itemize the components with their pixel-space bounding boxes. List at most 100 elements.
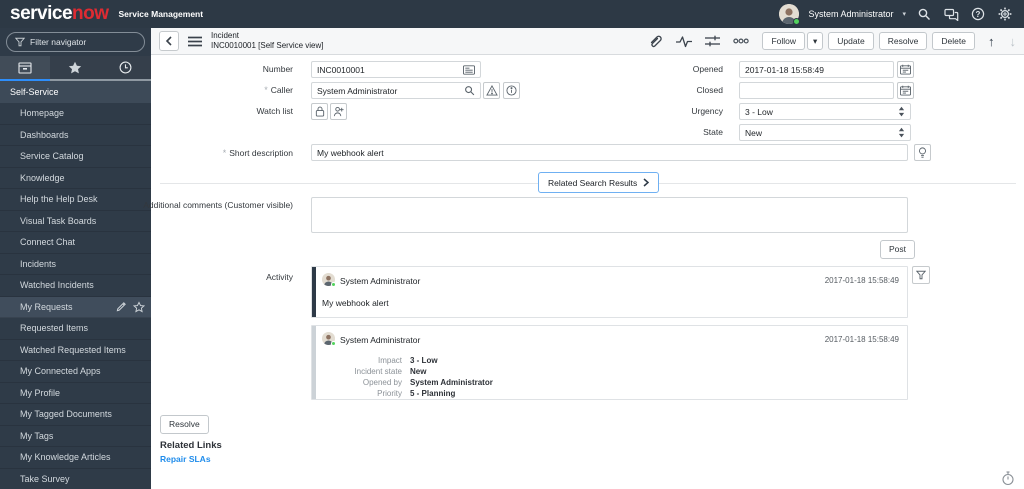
- activity-timestamp: 2017-01-18 15:58:49: [824, 276, 899, 285]
- sidebar-section-self-service[interactable]: Self-Service: [0, 81, 151, 103]
- reference-card-icon[interactable]: [463, 64, 475, 75]
- resolve-button[interactable]: Resolve: [878, 31, 928, 51]
- clock-icon: [119, 61, 132, 74]
- change-row: Opened by System Administrator: [362, 378, 493, 387]
- watch-list-add-button[interactable]: [330, 103, 347, 120]
- follow-button[interactable]: Follow: [762, 31, 805, 51]
- repair-slas-link[interactable]: Repair SLAs: [160, 454, 211, 464]
- sidebar-item-dashboards[interactable]: Dashboards: [0, 125, 151, 146]
- select-stepper-icon: [898, 127, 905, 138]
- number-input[interactable]: INC0010001: [311, 61, 481, 78]
- resolve-bottom-button[interactable]: Resolve: [160, 415, 209, 434]
- urgency-select[interactable]: 3 - Low: [739, 103, 911, 120]
- sidebar-item-my-tagged-documents[interactable]: My Tagged Documents: [0, 404, 151, 426]
- mandatory-indicator: *: [264, 85, 268, 95]
- tab-history[interactable]: [100, 56, 151, 81]
- additional-comments-textarea[interactable]: [311, 197, 908, 233]
- help-icon[interactable]: ?: [969, 5, 987, 23]
- reference-lookup-icon[interactable]: [464, 85, 475, 96]
- caller-warning-button[interactable]: [483, 82, 500, 99]
- edit-module-icon[interactable]: [116, 301, 127, 312]
- caller-input[interactable]: System Administrator: [311, 82, 481, 99]
- caller-info-button[interactable]: [503, 82, 520, 99]
- closed-calendar-button[interactable]: [897, 82, 914, 99]
- sidebar-item-my-tags[interactable]: My Tags: [0, 426, 151, 447]
- sidebar-item-my-profile[interactable]: My Profile: [0, 383, 151, 404]
- favorite-star-icon[interactable]: [133, 301, 145, 313]
- caller-label: * Caller: [264, 85, 293, 95]
- filter-navigator-row: [0, 28, 151, 56]
- attachment-icon[interactable]: [648, 34, 663, 49]
- delete-button[interactable]: Delete: [932, 31, 975, 51]
- next-record-icon[interactable]: ↓: [1010, 34, 1017, 49]
- stopwatch-icon: [1002, 471, 1014, 486]
- activity-stream-icon[interactable]: [676, 35, 693, 48]
- watch-list-lock-button[interactable]: [311, 103, 328, 120]
- presence-indicator: [331, 282, 336, 287]
- activity-entry-comment[interactable]: System Administrator 2017-01-18 15:58:49…: [311, 266, 908, 318]
- tab-favorites[interactable]: [50, 56, 101, 81]
- opened-calendar-button[interactable]: [897, 61, 914, 78]
- sidebar-item-visual-task-boards[interactable]: Visual Task Boards: [0, 211, 151, 232]
- chat-icon[interactable]: [942, 5, 960, 23]
- context-menu-icon[interactable]: [188, 36, 202, 47]
- calendar-icon: [900, 85, 911, 96]
- more-actions-icon[interactable]: [733, 38, 750, 44]
- suggestion-bulb-button[interactable]: [914, 144, 931, 161]
- closed-input[interactable]: [739, 82, 894, 99]
- funnel-icon: [916, 270, 926, 280]
- short-description-input[interactable]: My webhook alert: [311, 144, 908, 161]
- state-select[interactable]: New: [739, 124, 911, 141]
- search-icon[interactable]: [915, 5, 933, 23]
- user-menu-caret-icon[interactable]: ▾: [902, 10, 906, 18]
- activity-timestamp: 2017-01-18 15:58:49: [824, 335, 899, 344]
- svg-text:?: ?: [976, 10, 981, 19]
- record-title: Incident INC0010001 [Self Service view]: [211, 31, 324, 51]
- activity-entry-changes[interactable]: System Administrator 2017-01-18 15:58:49…: [311, 325, 908, 400]
- sidebar-item-incidents[interactable]: Incidents: [0, 254, 151, 275]
- related-links-heading: Related Links: [160, 440, 222, 451]
- sidebar-menu: Homepage Dashboards Service Catalog Know…: [0, 103, 151, 489]
- chevron-right-icon: [643, 178, 650, 187]
- opened-input[interactable]: 2017-01-18 15:58:49: [739, 61, 894, 78]
- tab-all-applications[interactable]: [0, 56, 51, 81]
- filter-navigator-pill[interactable]: [6, 32, 145, 52]
- activity-filter-button[interactable]: [912, 266, 930, 284]
- gear-icon[interactable]: [996, 5, 1014, 23]
- follow-split-button: Follow ▾: [762, 31, 824, 51]
- sidebar-item-take-survey[interactable]: Take Survey: [0, 469, 151, 489]
- user-menu-label[interactable]: System Administrator: [808, 9, 893, 19]
- sidebar-item-requested-items[interactable]: Requested Items: [0, 318, 151, 340]
- sidebar-item-knowledge[interactable]: Knowledge: [0, 168, 151, 189]
- closed-label: Closed: [696, 85, 723, 95]
- servicenow-logo: servicenow: [10, 0, 109, 28]
- star-icon: [69, 61, 82, 74]
- urgency-label: Urgency: [691, 106, 723, 116]
- follow-caret-button[interactable]: ▾: [807, 31, 824, 51]
- sidebar-item-homepage[interactable]: Homepage: [0, 103, 151, 125]
- sidebar-item-watched-requested-items[interactable]: Watched Requested Items: [0, 340, 151, 361]
- sidebar-item-watched-incidents[interactable]: Watched Incidents: [0, 275, 151, 297]
- user-avatar[interactable]: [779, 4, 801, 25]
- sidebar-item-my-knowledge-articles[interactable]: My Knowledge Articles: [0, 447, 151, 469]
- update-button[interactable]: Update: [828, 31, 874, 51]
- lock-icon: [315, 106, 324, 117]
- presence-indicator: [331, 341, 336, 346]
- lightbulb-icon: [918, 146, 927, 158]
- calendar-icon: [900, 64, 911, 75]
- response-time-icon[interactable]: [1001, 471, 1015, 486]
- funnel-icon: [15, 37, 25, 47]
- post-button[interactable]: Post: [880, 240, 916, 259]
- personalize-form-icon[interactable]: [705, 35, 721, 47]
- related-search-results-button[interactable]: Related Search Results: [538, 172, 660, 193]
- warning-triangle-icon: [485, 85, 498, 96]
- previous-record-icon[interactable]: ↑: [988, 34, 995, 49]
- filter-navigator-input[interactable]: [30, 37, 136, 47]
- state-label: State: [703, 127, 723, 137]
- sidebar-item-connect-chat[interactable]: Connect Chat: [0, 232, 151, 254]
- sidebar-item-my-requests[interactable]: My Requests: [0, 296, 151, 318]
- sidebar-item-my-connected-apps[interactable]: My Connected Apps: [0, 361, 151, 383]
- back-button[interactable]: [159, 31, 179, 51]
- sidebar-item-service-catalog[interactable]: Service Catalog: [0, 146, 151, 168]
- top-banner: servicenow Service Management System Adm…: [0, 0, 1024, 28]
